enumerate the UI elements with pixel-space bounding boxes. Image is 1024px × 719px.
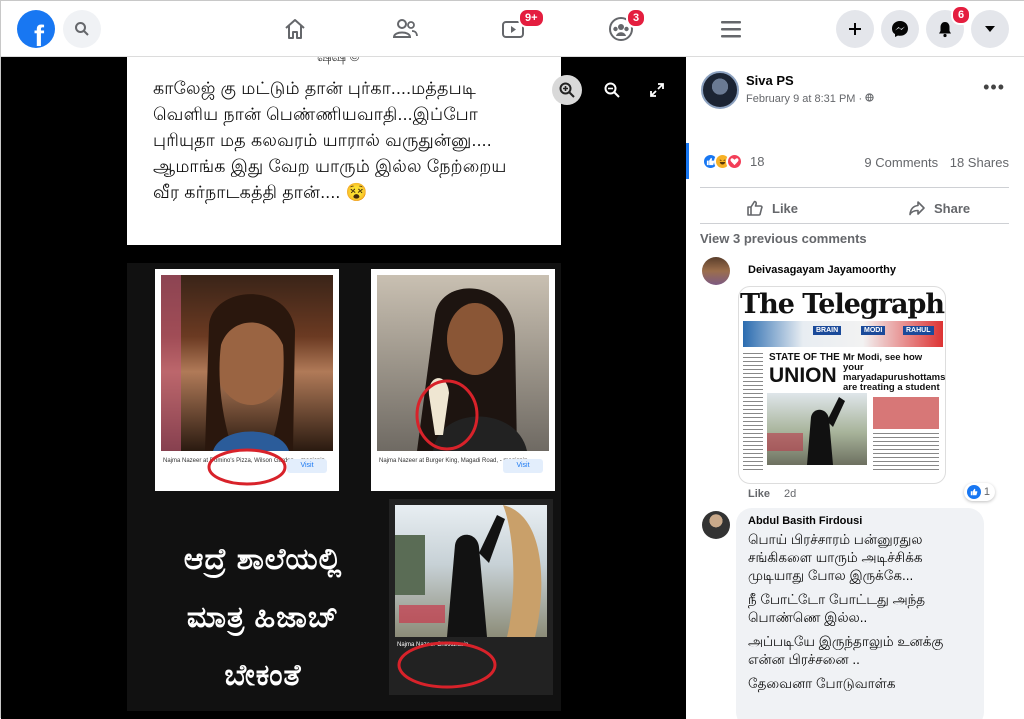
woman-hijab-protest-image <box>395 505 547 637</box>
red-circle-annotation <box>207 448 287 486</box>
comment1-like-count[interactable]: 1 <box>963 483 995 501</box>
love-reaction-icon <box>726 153 743 170</box>
newspaper-state-of-the: STATE OF THE <box>769 352 840 363</box>
comment2-line-3: அப்படியே இருந்தாலும் உனக்கு என்ன பிரச்சன… <box>748 634 944 667</box>
view-previous-comments-link[interactable]: View 3 previous comments <box>700 231 867 246</box>
messenger-icon[interactable] <box>881 10 919 48</box>
like-reaction-icon <box>966 485 981 499</box>
fullscreen-icon[interactable] <box>642 75 672 105</box>
cropped-text-fragment: ஷ்ஷ் © <box>317 57 359 66</box>
create-plus-icon[interactable] <box>836 10 874 48</box>
newspaper-tag-rahul: RAHUL <box>903 326 934 335</box>
photo-collage: Najma Nazeer at Domino's Pizza, Wilson G… <box>127 263 561 711</box>
post-stats: 9 Comments 18 Shares <box>864 155 1009 170</box>
more-options-icon[interactable]: ••• <box>983 77 1005 98</box>
collage-photo-3: Najma Nazeer Chikkarasin <box>389 499 553 695</box>
reaction-summary[interactable]: 18 <box>702 153 764 170</box>
menu-icon[interactable] <box>711 9 751 49</box>
newspaper-title: The Telegraph <box>739 289 945 320</box>
newspaper-left-column <box>743 353 763 473</box>
newspaper-banner: BRAIN MODI RAHUL <box>743 321 943 347</box>
account-dropdown-icon[interactable] <box>971 10 1009 48</box>
post-details-sidebar: Siva PS February 9 at 8:31 PM · ••• 18 9… <box>686 57 1024 719</box>
globe-icon <box>865 93 874 102</box>
zoom-in-icon[interactable] <box>552 75 582 105</box>
author-name[interactable]: Siva PS <box>746 73 794 88</box>
newspaper-headline: Mr Modi, see how your maryadapurushottam… <box>843 352 946 393</box>
comment-newspaper-image[interactable]: The Telegraph BRAIN MODI RAHUL STATE OF … <box>738 286 946 484</box>
kannada-line-3: ಬೇಕಂತೆ <box>224 659 302 692</box>
newspaper-tag-modi: MODI <box>861 326 886 335</box>
post-timestamp[interactable]: February 9 at 8:31 PM · <box>746 93 874 105</box>
thumbs-up-icon <box>747 200 763 216</box>
comments-count[interactable]: 9 Comments <box>864 155 938 170</box>
notifications-badge: 6 <box>951 5 972 25</box>
commenter-avatar[interactable] <box>702 257 730 285</box>
newspaper-side-photo <box>873 397 939 429</box>
post-tamil-text: காலேஜ் கு மட்டும் தான் புர்கா....மத்தபடி… <box>153 78 507 202</box>
like-button-label: Like <box>772 200 799 216</box>
newspaper-photo <box>767 393 867 465</box>
photo2-visit-button: Visit <box>503 459 543 473</box>
post-text-card: ஷ்ஷ் © காலேஜ் கு மட்டும் தான் புர்கா....… <box>127 57 561 245</box>
divider-bottom <box>700 223 1009 224</box>
comment2-bubble: Abdul Basith Firdousi பொய் பிரச்சாரம் பன… <box>736 508 984 719</box>
red-circle-annotation-2 <box>397 641 497 689</box>
home-icon[interactable] <box>275 9 315 49</box>
comment2-line-4: தேவைனா போடுவாள்க <box>748 676 896 691</box>
groups-badge: 3 <box>626 8 647 28</box>
comment1-like-link[interactable]: Like <box>748 488 770 500</box>
commenter2-name[interactable]: Abdul Basith Firdousi <box>748 515 972 527</box>
zoom-out-icon[interactable] <box>597 75 627 105</box>
commenter2-avatar[interactable] <box>702 511 730 539</box>
comment2-line-1: பொய் பிரச்சாரம் பன்னுரதுல சங்கிகளை யாரும… <box>748 532 923 583</box>
newspaper-text-column <box>873 433 939 473</box>
collage-photo-1: Najma Nazeer at Domino's Pizza, Wilson G… <box>155 269 339 491</box>
newspaper-tag-brain: BRAIN <box>813 326 842 335</box>
shares-count[interactable]: 18 Shares <box>950 155 1009 170</box>
like-button[interactable]: Like <box>746 193 798 223</box>
active-indicator <box>686 143 689 179</box>
reaction-count: 18 <box>750 154 765 169</box>
share-arrow-icon <box>909 201 925 216</box>
top-navigation-bar: f 9+ 3 6 <box>1 1 1024 57</box>
screenshot-frame: f 9+ 3 6 காலேஜ் கு மட்டும் தான் புர்கா..… <box>0 0 1024 719</box>
share-button-label: Share <box>934 200 971 216</box>
comment2-line-2: நீ போட்டோ போட்டது அந்த பொண்ணெ இல்ல.. <box>748 592 926 625</box>
friends-icon[interactable] <box>385 9 425 49</box>
collage-photo-2: Najma Nazeer at Burger King, Magadi Road… <box>371 269 555 491</box>
post-timestamp-text: February 9 at 8:31 PM · <box>746 93 866 105</box>
watch-badge: 9+ <box>518 8 545 28</box>
comment1-time[interactable]: 2d <box>784 488 796 500</box>
photo-viewer: ஷ்ஷ் © காலேஜ் கு மட்டும் தான் புர்கா....… <box>1 57 686 719</box>
kannada-line-1: ಆದ್ರೆ ಶಾಲೆಯಲ್ಲಿ <box>183 543 343 576</box>
search-icon[interactable] <box>63 10 101 48</box>
comment1-like-number: 1 <box>983 486 990 498</box>
kannada-line-2: ಮಾತ್ರ ಹಿಜಾಬ್ <box>186 601 340 634</box>
commenter-name[interactable]: Deivasagayam Jayamoorthy <box>748 264 896 276</box>
share-button[interactable]: Share <box>908 193 970 223</box>
photo1-visit-button: Visit <box>287 459 327 473</box>
woman-icecream-image <box>377 275 549 451</box>
divider-top <box>700 187 1009 188</box>
author-avatar[interactable] <box>701 71 739 109</box>
woman-portrait-image <box>161 275 333 451</box>
newspaper-union: UNION <box>769 364 837 387</box>
facebook-logo-icon[interactable]: f <box>17 10 55 48</box>
